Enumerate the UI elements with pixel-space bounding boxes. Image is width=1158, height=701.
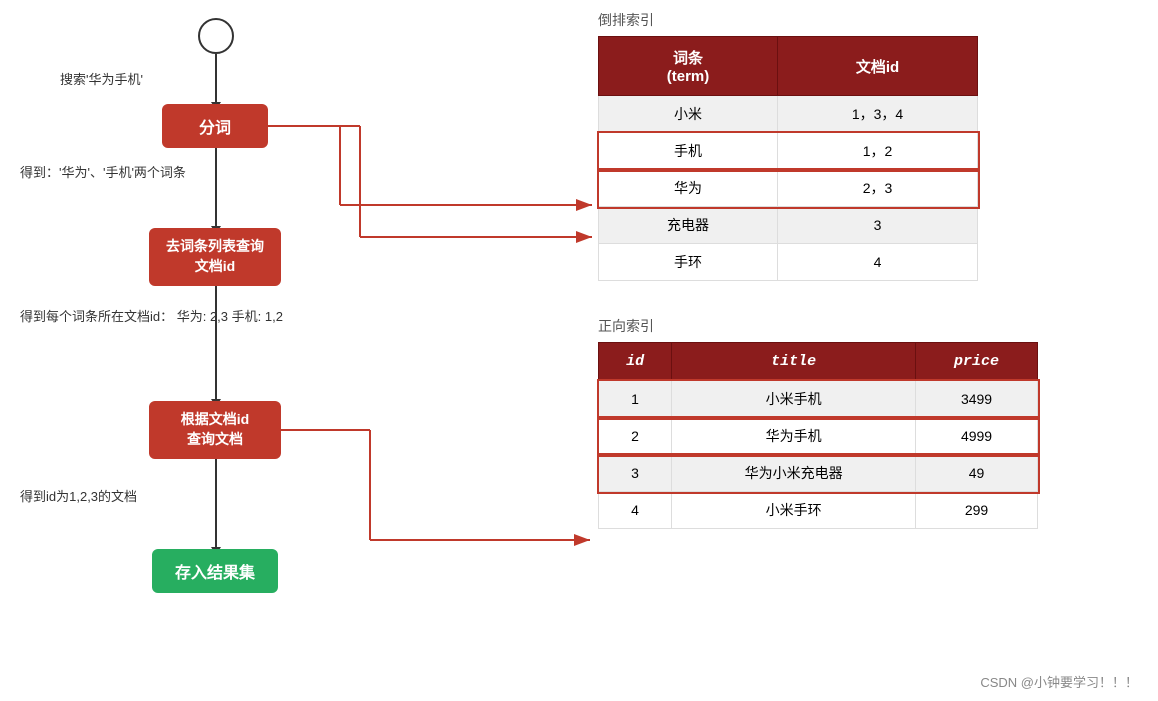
fenci-box: 分词 <box>162 104 268 148</box>
forward-index-title: 正向索引 <box>598 316 1138 336</box>
docid-cell: 3 <box>778 207 978 244</box>
table-row: 1 小米手机 3499 <box>599 381 1038 418</box>
inverted-table-wrapper: 词条(term) 文档id 小米 1，3，4 手机 1，2 <box>598 36 978 281</box>
inverted-index-section: 倒排索引 词条(term) 文档id 小米 1，3，4 <box>598 10 1138 286</box>
term-cell: 华为 <box>599 170 778 207</box>
tables-section: 倒排索引 词条(term) 文档id 小米 1，3，4 <box>598 10 1138 534</box>
arrow-v3 <box>215 286 217 401</box>
watermark: CSDN @小钟要学习！！！ <box>980 672 1138 691</box>
docquery-box: 根据文档id查询文档 <box>149 401 281 459</box>
inverted-table: 词条(term) 文档id 小米 1，3，4 手机 1，2 <box>598 36 978 281</box>
term-cell: 充电器 <box>599 207 778 244</box>
inverted-header-docid: 文档id <box>778 37 978 96</box>
docquery-text: 根据文档id查询文档 <box>181 410 249 449</box>
start-node <box>198 18 234 54</box>
table-row: 4 小米手环 299 <box>599 492 1038 529</box>
main-container: 搜索'华为手机' 分词 得到：'华为'、'手机'两个词条 去词条列表查询文档id… <box>0 0 1158 701</box>
forward-table: id title price 1 小米手机 3499 2 <box>598 342 1038 529</box>
getdocs-label: 得到id为1,2,3的文档 <box>20 487 137 508</box>
term-cell: 手环 <box>599 244 778 281</box>
inverted-header-term: 词条(term) <box>599 37 778 96</box>
docid-cell: 1，2 <box>778 133 978 170</box>
title-cell: 小米手机 <box>672 381 916 418</box>
id-cell: 2 <box>599 418 672 455</box>
forward-header-title: title <box>672 343 916 381</box>
price-cell: 3499 <box>916 381 1038 418</box>
price-cell: 49 <box>916 455 1038 492</box>
flow-section: 搜索'华为手机' 分词 得到：'华为'、'手机'两个词条 去词条列表查询文档id… <box>0 0 420 701</box>
title-cell: 华为小米充电器 <box>672 455 916 492</box>
docid-cell: 4 <box>778 244 978 281</box>
id-cell: 4 <box>599 492 672 529</box>
query-box: 去词条列表查询文档id <box>149 228 281 286</box>
price-cell: 299 <box>916 492 1038 529</box>
inverted-index-title: 倒排索引 <box>598 10 1138 30</box>
docid-cell: 2，3 <box>778 170 978 207</box>
arrow-v2 <box>215 148 217 228</box>
term-cell: 小米 <box>599 96 778 133</box>
table-row: 充电器 3 <box>599 207 978 244</box>
forward-index-section: 正向索引 id title price 1 小米手机 3 <box>598 316 1138 534</box>
table-row: 手机 1，2 <box>599 133 978 170</box>
forward-header-row: id title price <box>599 343 1038 381</box>
docids-text: 得到每个词条所在文档id： 华为: 2,3 手机: 1,2 <box>20 309 283 324</box>
docids-label: 得到每个词条所在文档id： 华为: 2,3 手机: 1,2 <box>20 305 283 328</box>
price-cell: 4999 <box>916 418 1038 455</box>
docid-cell: 1，3，4 <box>778 96 978 133</box>
query-box-text: 去词条列表查询文档id <box>166 237 264 276</box>
forward-table-wrapper: id title price 1 小米手机 3499 2 <box>598 342 1038 529</box>
inverted-header-row: 词条(term) 文档id <box>599 37 978 96</box>
forward-header-price: price <box>916 343 1038 381</box>
store-box: 存入结果集 <box>152 549 278 593</box>
table-row: 小米 1，3，4 <box>599 96 978 133</box>
arrow-v1 <box>215 54 217 104</box>
table-row: 华为 2，3 <box>599 170 978 207</box>
result-label: 得到：'华为'、'手机'两个词条 <box>20 163 186 184</box>
id-cell: 1 <box>599 381 672 418</box>
arrow-v4 <box>215 459 217 549</box>
table-row: 3 华为小米充电器 49 <box>599 455 1038 492</box>
id-cell: 3 <box>599 455 672 492</box>
forward-header-id: id <box>599 343 672 381</box>
search-label: 搜索'华为手机' <box>60 70 143 91</box>
title-cell: 华为手机 <box>672 418 916 455</box>
table-row: 2 华为手机 4999 <box>599 418 1038 455</box>
title-cell: 小米手环 <box>672 492 916 529</box>
table-row: 手环 4 <box>599 244 978 281</box>
term-cell: 手机 <box>599 133 778 170</box>
